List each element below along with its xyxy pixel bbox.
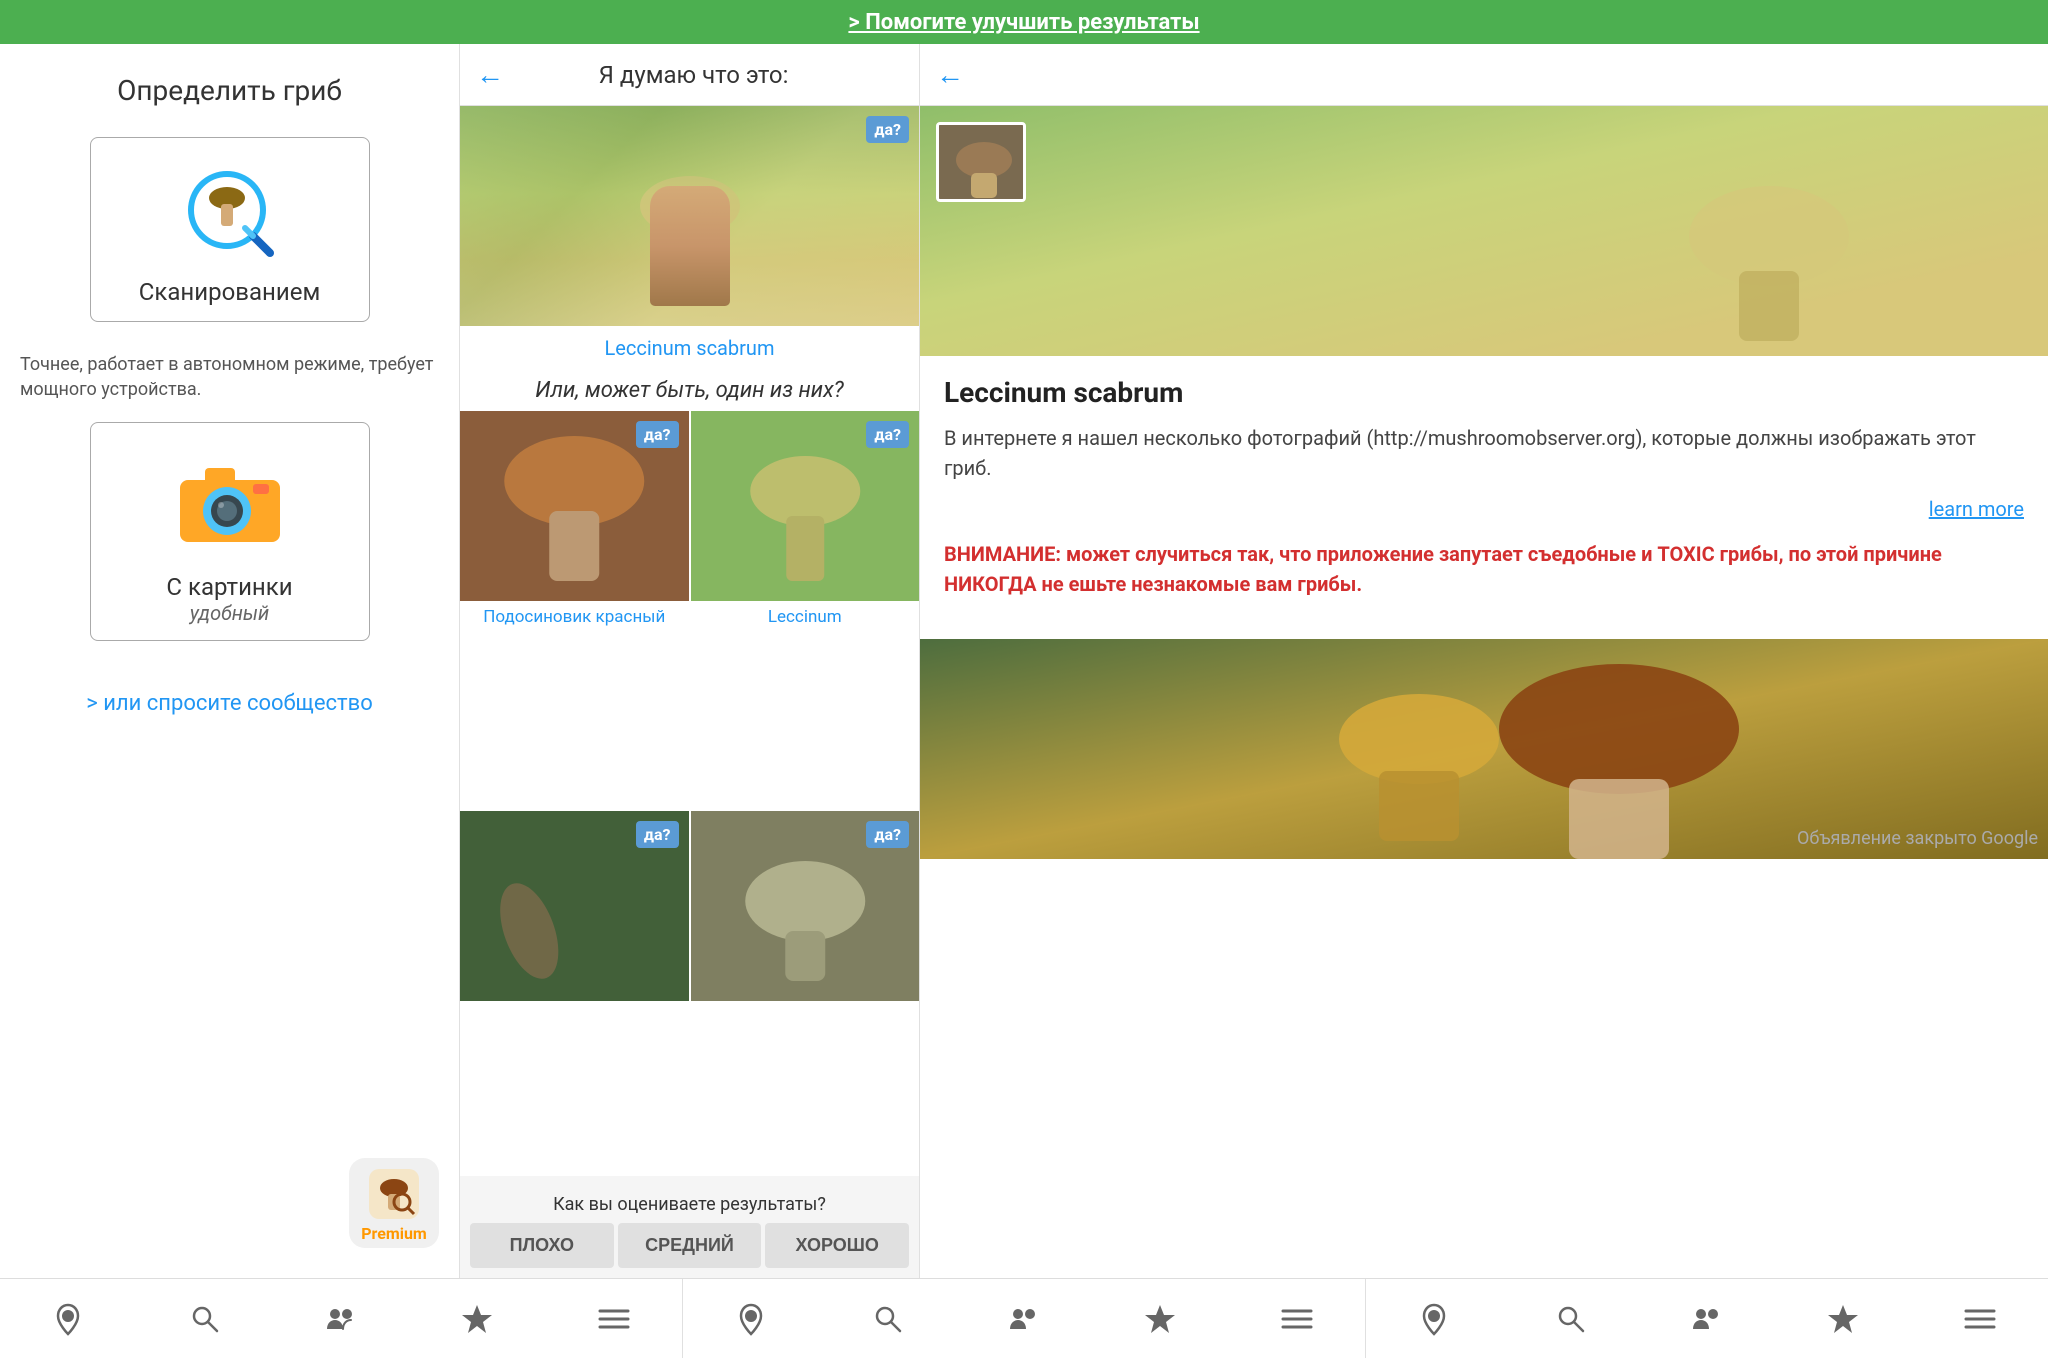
grid-item-2[interactable]: да? Leccinum (691, 411, 920, 809)
rate-good-button[interactable]: ХОРОШО (765, 1223, 909, 1268)
camera-option-box[interactable]: С картинки удобный (90, 422, 370, 641)
middle-footer: Как вы оцениваете результаты? ПЛОХО СРЕД… (460, 1176, 919, 1278)
main-mushroom-name[interactable]: Leccinum scabrum (460, 326, 919, 370)
grid-item-3[interactable]: да? (460, 811, 689, 1001)
community-link[interactable]: > или спросите сообщество (86, 691, 373, 716)
scan-icon (175, 158, 285, 268)
grid-item-1[interactable]: да? Подосиновик красный (460, 411, 689, 809)
nav-favorites-2[interactable] (1092, 1279, 1228, 1358)
bg-overlay (460, 106, 919, 326)
nav-menu-1[interactable] (546, 1279, 682, 1358)
nav-community-1[interactable] (273, 1279, 409, 1358)
grid-da-4: да? (866, 821, 909, 848)
rate-bad-button[interactable]: ПЛОХО (470, 1223, 614, 1268)
right-panel: ← (920, 44, 2048, 1278)
mushroom-grid: да? Подосиновик красный да? Leccinum (460, 411, 919, 1176)
camera-label: С картинки (166, 573, 292, 601)
middle-panel: ← Я думаю что это: да? Leccinum scabrum … (460, 44, 920, 1278)
nav-community-2[interactable] (956, 1279, 1092, 1358)
left-panel-title: Определить гриб (117, 74, 342, 107)
nav-favorites-3[interactable] (1775, 1279, 1911, 1358)
middle-back-arrow[interactable]: ← (476, 58, 504, 91)
premium-text: Premium (361, 1224, 427, 1243)
nav-section-1 (0, 1279, 683, 1358)
grid-da-3: да? (636, 821, 679, 848)
grid-name-2: Leccinum (691, 601, 920, 633)
camera-svg (175, 458, 285, 548)
nav-search-2[interactable] (819, 1279, 955, 1358)
nav-favorites-1[interactable] (409, 1279, 545, 1358)
top-bar: > Помогите улучшить результаты (0, 0, 2048, 44)
grid-da-2: да? (866, 421, 909, 448)
premium-icon (364, 1164, 424, 1224)
right-content: Leccinum scabrum В интернете я нашел нес… (920, 356, 2048, 639)
or-text: Или, может быть, один из них? (460, 370, 919, 411)
scan-option-box[interactable]: Сканированием (90, 137, 370, 322)
bottom-nav (0, 1278, 2048, 1358)
nav-location-2[interactable] (683, 1279, 819, 1358)
improve-results-link[interactable]: > Помогите улучшить результаты (848, 10, 1199, 35)
camera-sublabel: удобный (190, 601, 270, 625)
nav-community-3[interactable] (1639, 1279, 1775, 1358)
warning-text: ВНИМАНИЕ: может случиться так, что прило… (944, 539, 2024, 599)
learn-more-link[interactable]: learn more (944, 497, 2024, 521)
right-panel-header: ← (920, 44, 2048, 106)
main-content: Определить гриб Сканированием Точн (0, 44, 2048, 1278)
nav-section-2 (683, 1279, 1366, 1358)
camera-icon (170, 443, 290, 563)
right-thumb-overlay (936, 122, 1026, 202)
nav-location-1[interactable] (0, 1279, 136, 1358)
premium-badge[interactable]: Premium (349, 1158, 439, 1248)
middle-title: Я думаю что это: (514, 61, 873, 89)
mushroom-description: В интернете я нашел несколько фотографий… (944, 423, 2024, 483)
rate-buttons: ПЛОХО СРЕДНИЙ ХОРОШО (470, 1223, 909, 1268)
nav-search-1[interactable] (136, 1279, 272, 1358)
bottom-ad-image: Объявление закрыто Google (920, 639, 2048, 859)
right-main-image (920, 106, 2048, 356)
main-mushroom-image (460, 106, 919, 326)
nav-section-3 (1366, 1279, 2048, 1358)
scan-description: Точнее, работает в автономном режиме, тр… (20, 352, 439, 402)
grid-item-4[interactable]: да? (691, 811, 920, 1001)
rate-question: Как вы оцениваете результаты? (470, 1186, 909, 1223)
grid-name-1: Подосиновик красный (460, 601, 689, 633)
nav-menu-2[interactable] (1229, 1279, 1365, 1358)
scan-label: Сканированием (139, 278, 321, 306)
ad-label: Объявление закрыто Google (1797, 828, 2038, 849)
nav-menu-3[interactable] (1912, 1279, 2048, 1358)
nav-search-3[interactable] (1502, 1279, 1638, 1358)
left-panel: Определить гриб Сканированием Точн (0, 44, 460, 1278)
main-da-badge[interactable]: да? (866, 116, 909, 143)
scan-svg (175, 158, 285, 268)
right-back-arrow[interactable]: ← (936, 58, 964, 91)
grid-da-1: да? (636, 421, 679, 448)
scientific-name: Leccinum scabrum (944, 376, 2024, 409)
middle-header: ← Я думаю что это: (460, 44, 919, 106)
nav-location-3[interactable] (1366, 1279, 1502, 1358)
main-mushroom-container: да? (460, 106, 919, 326)
rate-medium-button[interactable]: СРЕДНИЙ (618, 1223, 762, 1268)
